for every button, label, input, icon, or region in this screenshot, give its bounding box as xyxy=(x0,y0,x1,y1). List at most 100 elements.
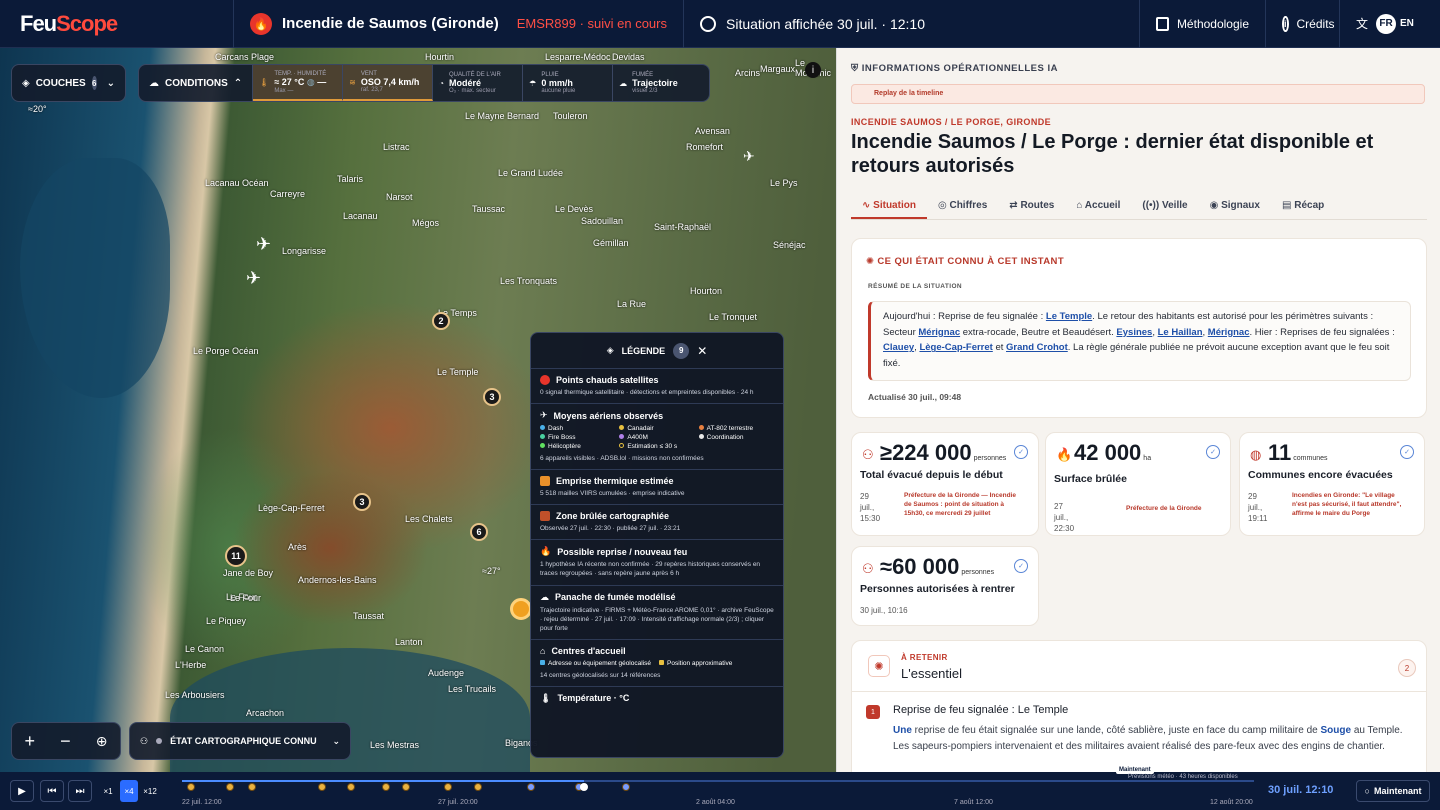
reprise-hotspot[interactable] xyxy=(510,598,532,620)
zoom-in-button[interactable]: + xyxy=(25,731,36,752)
place-link[interactable]: Le Temple xyxy=(1046,311,1092,322)
condition-air-quality[interactable]: ◔ QUALITÉ DE L'AIR Modéré O₃ · max. sect… xyxy=(433,65,524,101)
lang-fr[interactable]: FR xyxy=(1376,13,1397,34)
legend-section[interactable]: 🔥 Possible reprise / nouveau feu 1 hypoth… xyxy=(531,540,783,586)
event-marker[interactable] xyxy=(347,783,355,791)
map-cluster[interactable]: 2 xyxy=(432,312,450,330)
event-marker[interactable] xyxy=(402,783,410,791)
credits-button[interactable]: i Crédits xyxy=(1266,0,1340,48)
timeline-thumb[interactable] xyxy=(580,783,588,791)
speed-x4[interactable]: ×4 xyxy=(120,780,138,802)
stat-card-surface[interactable]: 🔥 42 000 ha ✓ Surface brûlée 27 juil., 22… xyxy=(1045,432,1231,536)
locate-button[interactable]: ⊕ xyxy=(96,733,108,750)
source-link[interactable]: Préfecture de la Gironde — Incendie de S… xyxy=(904,492,1019,518)
event-marker[interactable] xyxy=(622,783,630,791)
maintenant-button[interactable]: ○ Maintenant xyxy=(1356,780,1430,802)
legend-section[interactable]: Emprise thermique estimée 5 518 mailles … xyxy=(531,470,783,506)
condition-temperature[interactable]: 🌡 TEMP. · HUMIDITÉ ≈ 27 °C ◍ — Max — xyxy=(253,65,344,101)
event-marker[interactable] xyxy=(318,783,326,791)
aircraft-icon[interactable]: ✈ xyxy=(246,268,261,289)
emsr-status: EMSR899 · suivi en cours xyxy=(516,16,667,31)
speed-x1[interactable]: ×1 xyxy=(99,780,117,802)
legend-section[interactable]: Zone brûlée cartographiée Observée 27 ju… xyxy=(531,505,783,541)
speed-x12[interactable]: ×12 xyxy=(141,780,159,802)
step-back-button[interactable]: ⏮ xyxy=(40,780,64,802)
legend-section[interactable]: ⌂ Centres d'accueil Adresse ou équipement… xyxy=(531,640,783,687)
replay-banner[interactable]: Replay de la timeline xyxy=(851,84,1425,104)
tab-signaux[interactable]: ◉ Signaux xyxy=(1199,190,1271,219)
place-link[interactable]: Mérignac xyxy=(918,327,960,338)
place-link[interactable]: Clauey xyxy=(883,342,914,353)
legend-section[interactable]: ☁ Panache de fumée modélisé Trajectoire i… xyxy=(531,586,783,640)
tab-accueil[interactable]: ⌂ Accueil xyxy=(1065,190,1131,219)
map-place-label: Les Chalets xyxy=(405,514,453,524)
timeline-track[interactable] xyxy=(182,780,1254,791)
methodologie-button[interactable]: Méthodologie xyxy=(1140,0,1266,48)
legend-section[interactable]: ✈ Moyens aériens observés Dash Canadair A… xyxy=(531,404,783,471)
source-link[interactable]: Incendies en Gironde: "Le village n'est … xyxy=(1292,492,1407,518)
retenir-item-body: Une reprise de feu était signalée sur un… xyxy=(893,725,1403,752)
map-place-label: Lacanau Océan xyxy=(205,178,269,188)
timeline-bar: ▶ ⏮ ⏭ ×1 ×4 ×12 Maintenant Prévisions mé… xyxy=(0,766,1440,810)
map-info-icon[interactable]: i xyxy=(805,62,821,78)
event-marker[interactable] xyxy=(382,783,390,791)
event-marker[interactable] xyxy=(248,783,256,791)
flame-icon: 🔥 xyxy=(1056,447,1073,462)
map-cluster[interactable]: 11 xyxy=(225,545,247,567)
event-marker[interactable] xyxy=(187,783,195,791)
place-link[interactable]: Eysines xyxy=(1116,327,1152,338)
lang-en[interactable]: EN xyxy=(1400,18,1414,29)
stat-card-autorises[interactable]: ⚇ ≈60 000 personnes ✓ Personnes autorisée… xyxy=(851,546,1039,626)
zoom-out-button[interactable]: − xyxy=(60,731,71,752)
condition-smoke[interactable]: ☁ FUMÉE Trajectoire visuel 2/3 xyxy=(613,65,703,101)
place-link[interactable]: Grand Crohot xyxy=(1006,342,1068,353)
map-place-label: Andernos-les-Bains xyxy=(298,575,377,585)
map-place-label: Jane de Boy xyxy=(223,568,274,578)
event-marker[interactable] xyxy=(527,783,535,791)
conditions-toggle[interactable]: ☁ CONDITIONS ⌃ xyxy=(139,65,254,101)
couches-button[interactable]: ◈ COUCHES 6 ⌄ xyxy=(11,64,126,102)
event-marker[interactable] xyxy=(226,783,234,791)
legend-section[interactable]: Points chauds satellites 0 signal thermi… xyxy=(531,369,783,405)
step-forward-button[interactable]: ⏭ xyxy=(68,780,92,802)
place-link[interactable]: Le Haillan xyxy=(1158,327,1203,338)
etat-cartographique-select[interactable]: ⚇ ÉTAT CARTOGRAPHIQUE CONNU ⌄ xyxy=(129,722,351,760)
map-lake xyxy=(20,158,170,398)
source-link[interactable]: Préfecture de la Gironde xyxy=(1126,505,1241,514)
zoom-controls: + − ⊕ xyxy=(11,722,121,760)
tab-chiffres[interactable]: ◎ Chiffres xyxy=(927,190,998,219)
map-place-label: Margaux xyxy=(760,64,796,74)
legend-section[interactable]: 🌡 Température · °C xyxy=(531,687,783,713)
event-marker[interactable] xyxy=(474,783,482,791)
language-switch[interactable]: 文 FR EN xyxy=(1340,0,1428,48)
map-cluster[interactable]: 3 xyxy=(483,388,501,406)
close-icon[interactable]: ✕ xyxy=(697,344,707,358)
sparkle-icon: ✺ xyxy=(868,655,890,677)
map-place-label: Les Arbousiers xyxy=(165,690,225,700)
burned-swatch xyxy=(540,511,550,522)
conditions-bar[interactable]: ☁ CONDITIONS ⌃ 🌡 TEMP. · HUMIDITÉ ≈ 27 °… xyxy=(138,64,710,102)
map-place-label: Lesparre-Médoc xyxy=(545,52,611,62)
event-marker[interactable] xyxy=(444,783,452,791)
place-link[interactable]: Mérignac xyxy=(1208,327,1250,338)
logo[interactable]: Feu Scope xyxy=(0,0,234,48)
aircraft-icon[interactable]: ✈ xyxy=(743,148,755,165)
stat-card-evacues[interactable]: ⚇ ≥224 000 personnes ✓ Total évacué depui… xyxy=(851,432,1039,536)
map-cluster[interactable]: 6 xyxy=(470,523,488,541)
condition-rain[interactable]: ☂ PLUIE 0 mm/h aucune pluie xyxy=(523,65,614,101)
tab-recap[interactable]: ▤ Récap xyxy=(1271,190,1335,219)
map-place-label: Taussac xyxy=(472,204,506,214)
map-place-label: Le Four xyxy=(230,593,262,603)
tab-situation[interactable]: ∿ Situation xyxy=(851,190,927,219)
info-panel: ⛨ INFORMATIONS OPÉRATIONNELLES IA Replay… xyxy=(836,48,1440,772)
connu-card: ✺ CE QUI ÉTAIT CONNU À CET INSTANT RÉSUM… xyxy=(851,238,1427,418)
place-link[interactable]: Lège-Cap-Ferret xyxy=(919,342,992,353)
retenir-item-title: Reprise de feu signalée : Le Temple xyxy=(893,704,1069,716)
aircraft-icon[interactable]: ✈ xyxy=(256,234,271,255)
map-cluster[interactable]: 3 xyxy=(353,493,371,511)
play-button[interactable]: ▶ xyxy=(10,780,34,802)
condition-wind[interactable]: ≋ VENT OSO 7,4 km/h raf. 23,7 xyxy=(343,65,434,101)
tab-routes[interactable]: ⇄ Routes xyxy=(998,190,1065,219)
tab-veille[interactable]: ((•)) Veille xyxy=(1131,190,1198,219)
stat-card-communes[interactable]: ◍ 11 communes ✓ Communes encore évacuées … xyxy=(1239,432,1425,536)
